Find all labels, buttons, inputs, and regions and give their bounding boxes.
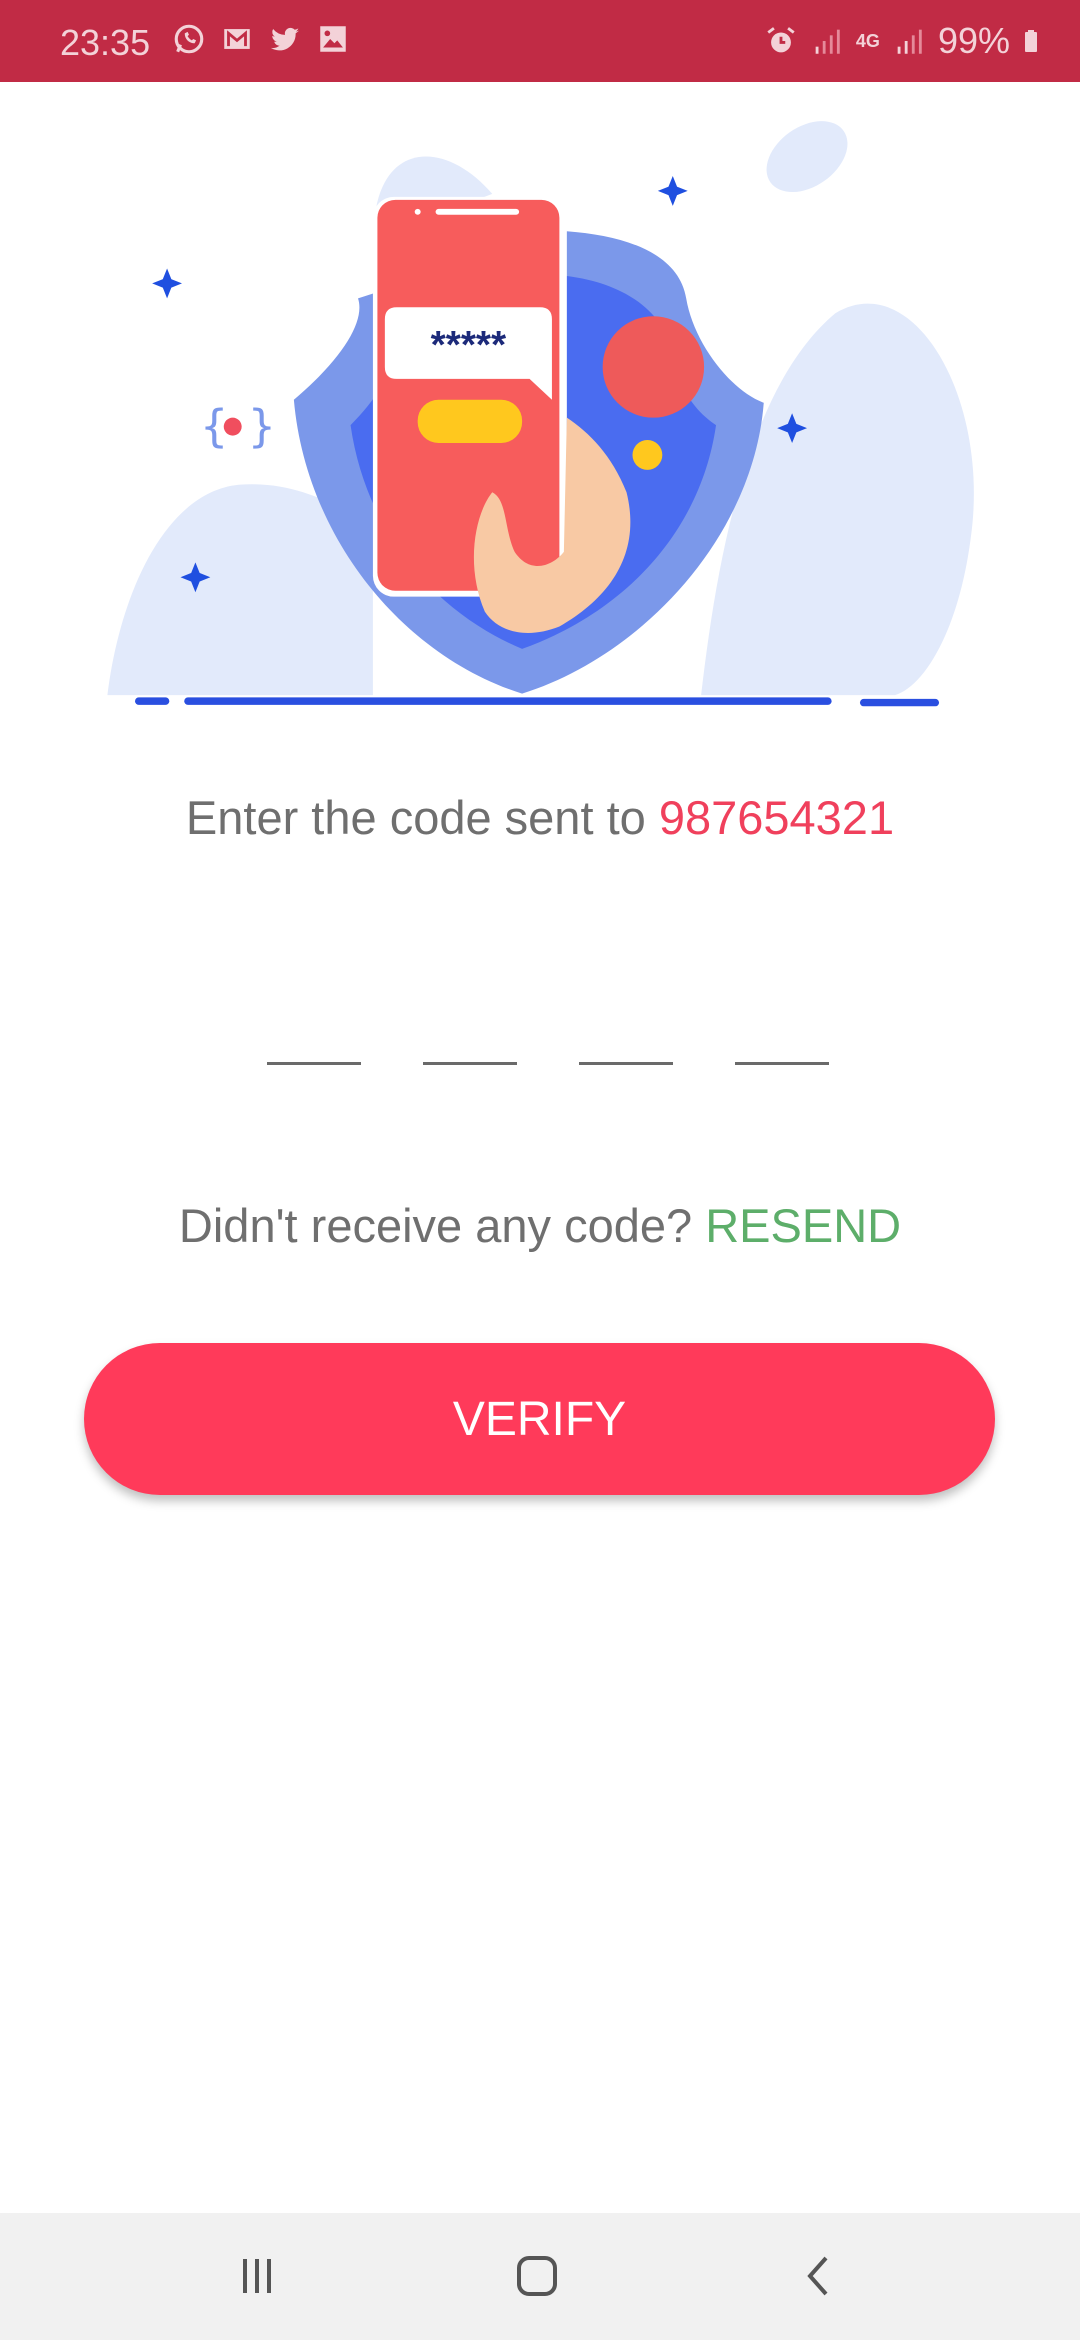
whatsapp-icon — [174, 24, 204, 54]
battery-percent: 99% — [937, 20, 1010, 61]
red-circle — [602, 316, 705, 418]
ground-lines — [135, 697, 940, 707]
otp-digit-2[interactable] — [423, 1020, 517, 1065]
gallery-icon — [320, 26, 346, 52]
status-time: 23:35 — [60, 22, 151, 63]
back-icon[interactable] — [788, 2251, 848, 2301]
otp-digit-4[interactable] — [735, 1020, 829, 1065]
resend-link[interactable]: RESEND — [705, 1199, 901, 1252]
masked-code: ***** — [431, 324, 507, 367]
otp-input-group — [267, 1020, 829, 1065]
otp-digit-3[interactable] — [579, 1020, 673, 1065]
code-prompt: Enter the code sent to 987654321 — [0, 790, 1080, 845]
phone-number: 987654321 — [658, 791, 895, 844]
resend-prompt: Didn't receive any code? — [178, 1199, 706, 1252]
prompt-text: Enter the code sent to — [185, 791, 659, 844]
gmail-icon — [224, 29, 250, 49]
code-bracket-icon: { } — [200, 400, 276, 453]
signal-icon-2 — [897, 29, 922, 54]
battery-icon — [1025, 30, 1037, 52]
svg-text:}: } — [248, 400, 276, 453]
yellow-dot — [632, 440, 663, 470]
twitter-icon — [270, 27, 300, 51]
home-icon[interactable] — [507, 2251, 567, 2301]
network-type: 4G — [855, 30, 880, 51]
resend-row: Didn't receive any code? RESEND — [0, 1198, 1080, 1253]
alarm-icon — [767, 27, 795, 53]
status-bar: 23:35 4G 99% — [0, 0, 1080, 82]
verify-button[interactable]: VERIFY — [84, 1343, 995, 1495]
yellow-pill — [417, 399, 523, 444]
navigation-bar — [0, 2213, 1080, 2340]
verification-illustration: ***** { } — [107, 121, 974, 707]
recent-apps-icon[interactable] — [227, 2251, 287, 2301]
otp-digit-1[interactable] — [267, 1020, 361, 1065]
signal-icon — [815, 29, 840, 54]
